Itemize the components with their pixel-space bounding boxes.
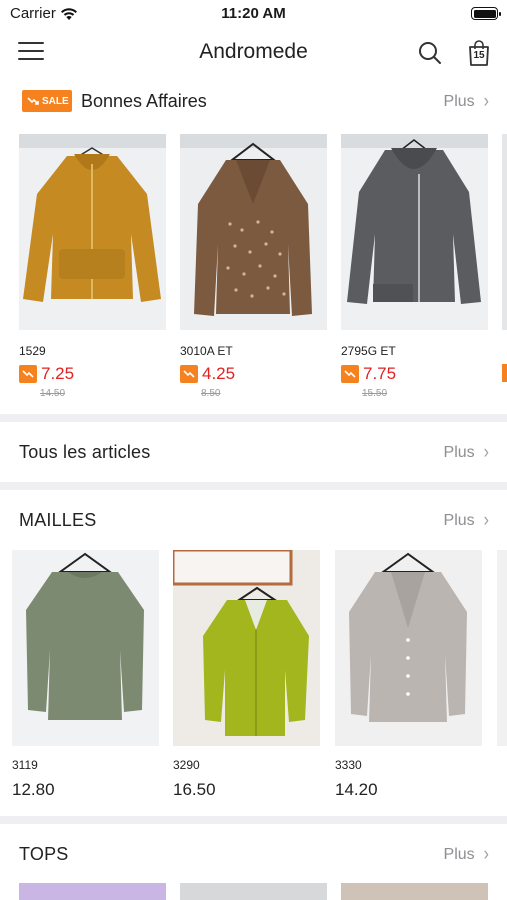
original-price: 14.50: [40, 388, 66, 399]
product-card[interactable]: [180, 883, 327, 900]
sale-price: 4.25: [180, 364, 235, 384]
all-articles-header: Tous les articles Plus ›: [0, 422, 507, 482]
product-code: 3330: [335, 758, 362, 772]
chevron-right-icon: ›: [483, 510, 489, 531]
sale-price: 7.25: [19, 364, 74, 384]
product-card-peek[interactable]: [497, 550, 507, 746]
original-price: 8.50: [201, 388, 221, 399]
product-code: 3010A ET: [180, 344, 233, 358]
cart-count: 15: [473, 50, 485, 61]
product-code: 2795G ET: [341, 344, 396, 358]
product-photo: [180, 134, 327, 330]
more-label: Plus: [443, 846, 475, 863]
chevron-right-icon: ›: [483, 844, 489, 865]
product-photo-peek: [497, 550, 507, 746]
product-photo: [12, 550, 159, 746]
tops-header: TOPS Plus ›: [0, 824, 507, 880]
more-label: Plus: [443, 444, 475, 461]
status-bar: Carrier 11:20 AM: [0, 0, 507, 28]
sale-badge: SALE: [22, 90, 72, 112]
tops-title: TOPS: [19, 844, 69, 864]
trend-down-icon: [19, 365, 37, 383]
product-card[interactable]: [19, 883, 166, 900]
nav-bar: Andromede 15: [0, 28, 507, 78]
product-photo: [335, 550, 482, 746]
product-photo: [341, 134, 488, 330]
trend-down-icon: [27, 97, 39, 105]
sale-price-value: 4.25: [202, 364, 236, 383]
product-photo-peek: [502, 134, 507, 330]
sale-price: 7.75: [341, 364, 396, 384]
app-screen: Carrier 11:20 AM Andromede 15 SALE Bonne…: [0, 0, 507, 900]
product-price: 14.20: [335, 780, 378, 799]
mailles-title: MAILLES: [19, 510, 97, 530]
product-card[interactable]: 3010A ET 4.25 8.50: [180, 134, 327, 399]
search-icon[interactable]: [417, 40, 443, 66]
separator: [0, 414, 507, 422]
shopping-bag-button[interactable]: 15: [466, 39, 492, 67]
original-price: 15.50: [362, 388, 388, 399]
product-card[interactable]: 1529 7.25 14.50: [19, 134, 166, 399]
product-code: 1529: [19, 344, 46, 358]
all-articles-row[interactable]: Tous les articles Plus ›: [0, 422, 507, 482]
sale-title: Bonnes Affaires: [81, 91, 207, 111]
tops-section: TOPS Plus ›: [0, 824, 507, 900]
mailles-more-link[interactable]: Plus ›: [443, 510, 489, 531]
product-card[interactable]: 3330 14.20: [335, 550, 482, 799]
sale-header: SALE Bonnes Affaires Plus ›: [0, 78, 507, 126]
sale-more-link[interactable]: Plus ›: [443, 91, 489, 112]
tops-more-link[interactable]: Plus ›: [443, 844, 489, 865]
sale-badge-label: SALE: [42, 95, 69, 107]
product-card[interactable]: 3119 12.80: [12, 550, 159, 799]
product-photo: [19, 883, 166, 900]
product-photo: [180, 883, 327, 900]
sale-section: SALE Bonnes Affaires Plus › 1529 7.25 14…: [0, 78, 507, 414]
product-card-peek[interactable]: [502, 134, 507, 382]
all-articles-title: Tous les articles: [19, 442, 151, 462]
trend-down-icon: [180, 365, 198, 383]
product-price: 16.50: [173, 780, 216, 799]
separator: [0, 482, 507, 490]
status-time: 11:20 AM: [221, 5, 286, 22]
sale-price-value: 7.75: [363, 364, 397, 383]
product-code: 3290: [173, 758, 200, 772]
product-photo: [173, 550, 320, 746]
product-photo: [341, 883, 488, 900]
product-code: 3119: [12, 758, 38, 772]
more-label: Plus: [443, 512, 475, 529]
trend-down-icon: [341, 365, 359, 383]
trend-down-icon: [502, 364, 507, 382]
product-price: 12.80: [12, 780, 55, 799]
product-card[interactable]: [341, 883, 488, 900]
chevron-right-icon: ›: [483, 91, 489, 112]
mailles-section: MAILLES Plus › 3119 12.80 3290 16.50 333…: [0, 490, 507, 816]
more-label: Plus: [443, 93, 475, 110]
product-photo: [19, 134, 166, 330]
product-card[interactable]: 3290 16.50: [173, 550, 320, 799]
separator: [0, 816, 507, 824]
product-card[interactable]: 2795G ET 7.75 15.50: [341, 134, 488, 399]
chevron-right-icon: ›: [483, 442, 489, 463]
all-articles-more-link[interactable]: Plus ›: [443, 442, 489, 463]
mailles-header: MAILLES Plus ›: [0, 490, 507, 550]
battery-icon: [471, 7, 501, 20]
sale-price-value: 7.25: [41, 364, 75, 383]
